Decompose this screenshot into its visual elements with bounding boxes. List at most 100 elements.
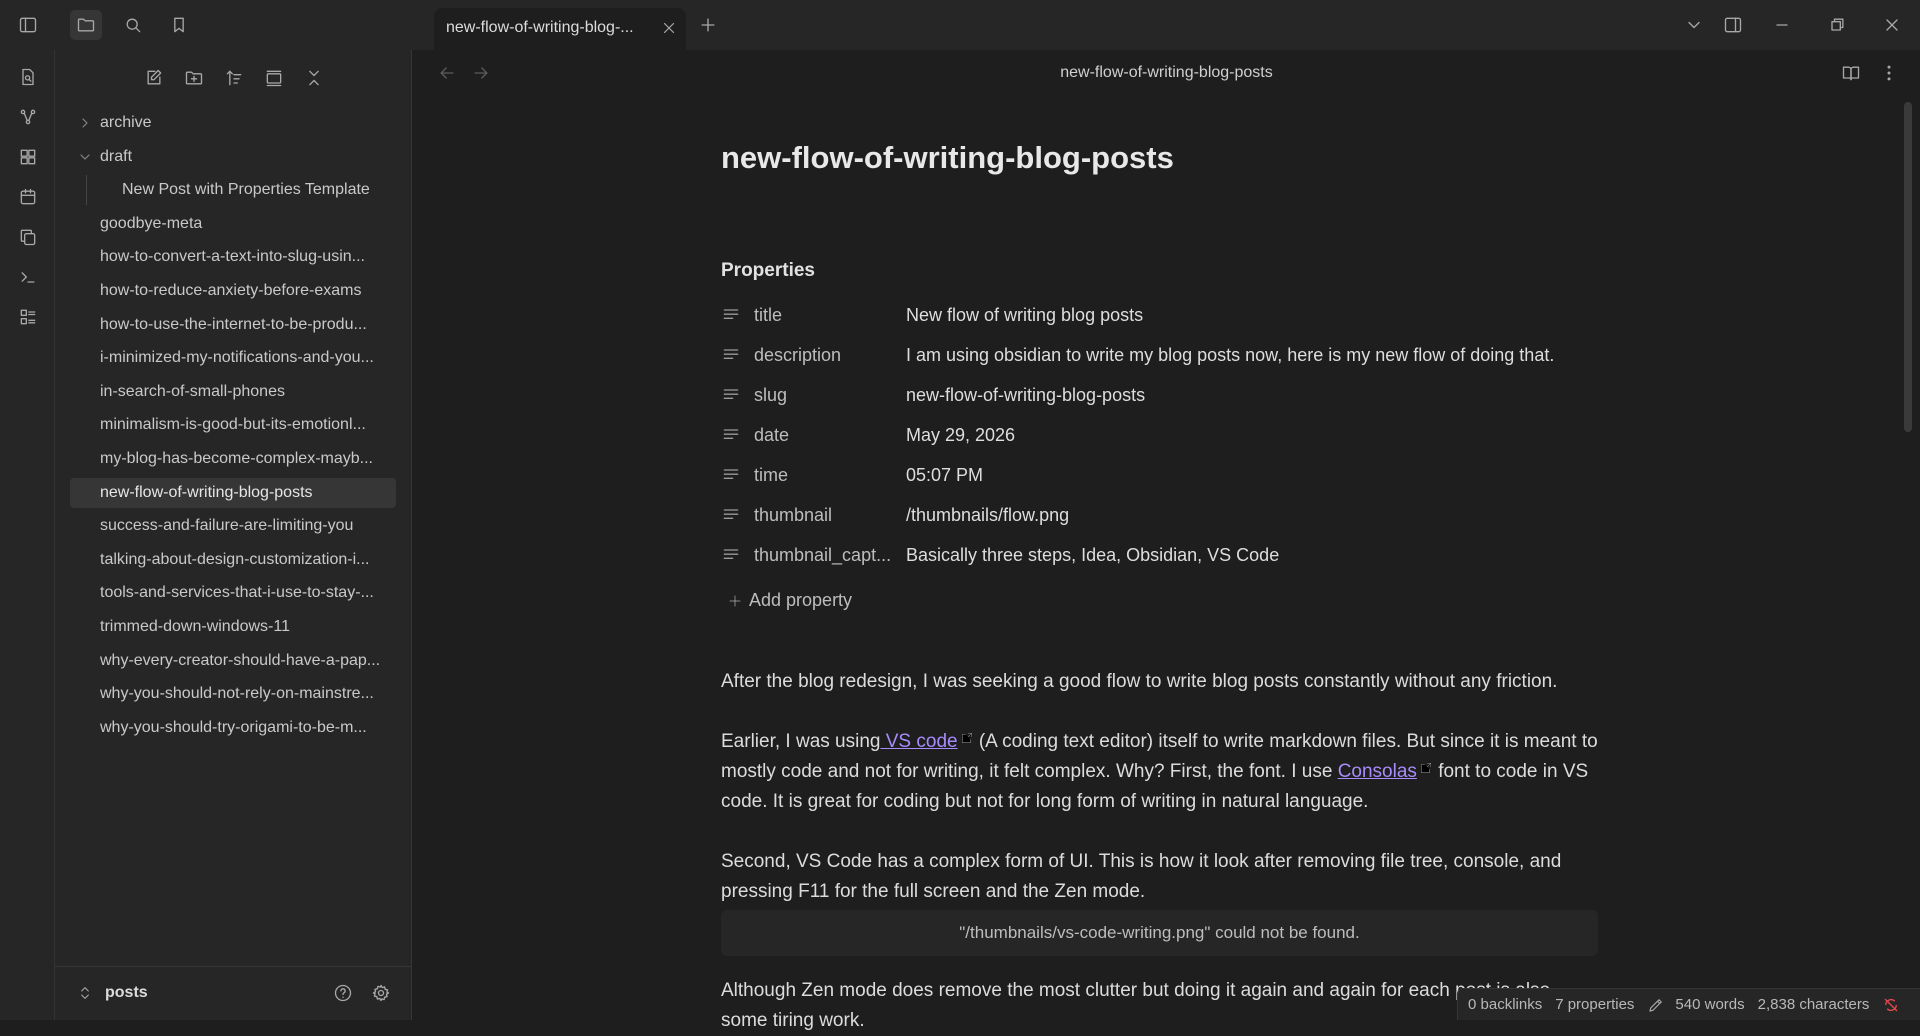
file-item[interactable]: success-and-failure-are-limiting-you	[70, 511, 396, 541]
property-row[interactable]: slug new-flow-of-writing-blog-posts	[721, 375, 1601, 415]
property-row[interactable]: title New flow of writing blog posts	[721, 295, 1601, 335]
file-item[interactable]: trimmed-down-windows-11	[70, 612, 396, 642]
paragraph[interactable]: After the blog redesign, I was seeking a…	[721, 667, 1601, 697]
file-item[interactable]: why-every-creator-should-have-a-pap...	[70, 646, 396, 676]
tree-item-label: in-search-of-small-phones	[100, 383, 285, 400]
property-key[interactable]: slug	[754, 385, 902, 406]
new-folder-icon[interactable]	[180, 64, 208, 92]
graph-view-icon[interactable]	[16, 105, 40, 129]
folder-item[interactable]: archive	[70, 108, 396, 138]
sidebar-toggle-icon[interactable]	[12, 10, 44, 40]
file-item[interactable]: my-blog-has-become-complex-mayb...	[70, 444, 396, 474]
property-key[interactable]: thumbnail_capt...	[754, 545, 902, 566]
folder-item[interactable]: draft	[70, 142, 396, 172]
folder-icon[interactable]	[70, 10, 102, 40]
right-sidebar-toggle-icon[interactable]	[1717, 10, 1749, 40]
file-item[interactable]: goodbye-meta	[70, 209, 396, 239]
templates-icon[interactable]	[16, 305, 40, 329]
paragraph[interactable]: Second, VS Code has a complex form of UI…	[721, 847, 1601, 907]
file-item[interactable]: minimalism-is-good-but-its-emotionl...	[70, 410, 396, 440]
add-property-button[interactable]: Add property	[727, 590, 852, 611]
terminal-icon[interactable]	[16, 265, 40, 289]
note-content[interactable]: new-flow-of-writing-blog-posts Propertie…	[721, 140, 1601, 1031]
chevron-down-icon[interactable]	[1678, 10, 1710, 40]
property-row[interactable]: thumbnail/thumbnails/flow.png	[721, 495, 1601, 535]
backlinks-count[interactable]: 0 backlinks	[1468, 996, 1542, 1013]
property-row[interactable]: time 05:07 PM	[721, 455, 1601, 495]
tab-active-note[interactable]: new-flow-of-writing-blog-...	[434, 8, 686, 50]
help-icon[interactable]	[333, 983, 353, 1003]
property-row[interactable]: date May 29, 2026	[721, 415, 1601, 455]
view-title: new-flow-of-writing-blog-posts	[1060, 64, 1273, 81]
file-item[interactable]: in-search-of-small-phones	[70, 377, 396, 407]
character-count: 2,838 characters	[1757, 996, 1870, 1013]
text-property-icon[interactable]	[721, 545, 741, 565]
bookmark-icon[interactable]	[163, 10, 195, 40]
file-item[interactable]: new-flow-of-writing-blog-posts	[70, 478, 396, 508]
property-value[interactable]: New flow of writing blog posts	[906, 305, 1143, 326]
file-item[interactable]: i-minimized-my-notifications-and-you...	[70, 343, 396, 373]
vs-code-link[interactable]: VS code	[880, 731, 958, 752]
minimize-icon[interactable]	[1766, 10, 1798, 40]
property-key[interactable]: title	[754, 305, 902, 326]
tree-item-label: draft	[100, 148, 133, 165]
missing-image-embed[interactable]: "/thumbnails/vs-code-writing.png" could …	[721, 910, 1598, 956]
property-value[interactable]: /thumbnails/flow.png	[906, 505, 1069, 526]
note-title[interactable]: new-flow-of-writing-blog-posts	[721, 140, 1601, 176]
properties-heading[interactable]: Properties	[721, 260, 815, 282]
file-item[interactable]: how-to-convert-a-text-into-slug-usin...	[70, 242, 396, 272]
properties-count[interactable]: 7 properties	[1555, 996, 1634, 1013]
file-item[interactable]: New Post with Properties Template	[70, 175, 396, 205]
text-property-icon[interactable]	[721, 505, 741, 525]
reading-view-icon[interactable]	[1841, 63, 1861, 83]
new-tab-icon[interactable]	[692, 10, 724, 40]
new-note-icon[interactable]	[140, 64, 168, 92]
text-property-icon[interactable]	[721, 305, 741, 325]
search-icon[interactable]	[117, 10, 149, 40]
property-key[interactable]: thumbnail	[754, 505, 902, 526]
auto-reveal-icon[interactable]	[260, 64, 288, 92]
text-property-icon[interactable]	[721, 345, 741, 365]
text-property-icon[interactable]	[721, 425, 741, 445]
property-value[interactable]: May 29, 2026	[906, 425, 1015, 446]
pencil-icon[interactable]	[1647, 996, 1665, 1014]
file-item[interactable]: how-to-reduce-anxiety-before-exams	[70, 276, 396, 306]
text-property-icon[interactable]	[721, 465, 741, 485]
consolas-link[interactable]: Consolas	[1338, 761, 1417, 782]
property-row[interactable]: thumbnail_capt... Basically three steps, …	[721, 535, 1601, 575]
sync-status-icon[interactable]	[1882, 996, 1900, 1014]
text-property-icon[interactable]	[721, 385, 741, 405]
paragraph[interactable]: Earlier, I was using VS code (A coding t…	[721, 727, 1601, 817]
file-item[interactable]: why-you-should-try-origami-to-be-m...	[70, 713, 396, 743]
file-item[interactable]: why-you-should-not-rely-on-mainstre...	[70, 679, 396, 709]
canvas-icon[interactable]	[16, 145, 40, 169]
property-value[interactable]: Basically three steps, Idea, Obsidian, V…	[906, 545, 1279, 566]
property-value[interactable]: 05:07 PM	[906, 465, 983, 486]
file-item[interactable]: how-to-use-the-internet-to-be-produ...	[70, 310, 396, 340]
more-options-icon[interactable]	[1879, 63, 1899, 83]
property-value[interactable]: I am using obsidian to write my blog pos…	[906, 345, 1554, 366]
copy-icon[interactable]	[16, 225, 40, 249]
settings-gear-icon[interactable]	[371, 983, 391, 1003]
file-item[interactable]: talking-about-design-customization-i...	[70, 545, 396, 575]
chevron-right-icon	[77, 115, 93, 131]
property-value[interactable]: new-flow-of-writing-blog-posts	[906, 385, 1145, 406]
sort-icon[interactable]	[220, 64, 248, 92]
vault-switch-icon[interactable]	[77, 985, 93, 1001]
indent-guide	[86, 175, 87, 205]
tab-label: new-flow-of-writing-blog-...	[446, 19, 634, 36]
calendar-icon[interactable]	[16, 185, 40, 209]
close-icon[interactable]	[660, 19, 678, 37]
vault-name[interactable]: posts	[105, 984, 148, 1002]
property-row[interactable]: description I am using obsidian to write …	[721, 335, 1601, 375]
external-link-icon	[1419, 761, 1433, 775]
file-item[interactable]: tools-and-services-that-i-use-to-stay-..…	[70, 578, 396, 608]
collapse-all-icon[interactable]	[300, 64, 328, 92]
property-key[interactable]: description	[754, 345, 902, 366]
scrollbar[interactable]	[1904, 102, 1912, 432]
restore-icon[interactable]	[1821, 10, 1853, 40]
property-key[interactable]: date	[754, 425, 902, 446]
window-close-icon[interactable]	[1876, 10, 1908, 40]
property-key[interactable]: time	[754, 465, 902, 486]
file-search-icon[interactable]	[16, 65, 40, 89]
